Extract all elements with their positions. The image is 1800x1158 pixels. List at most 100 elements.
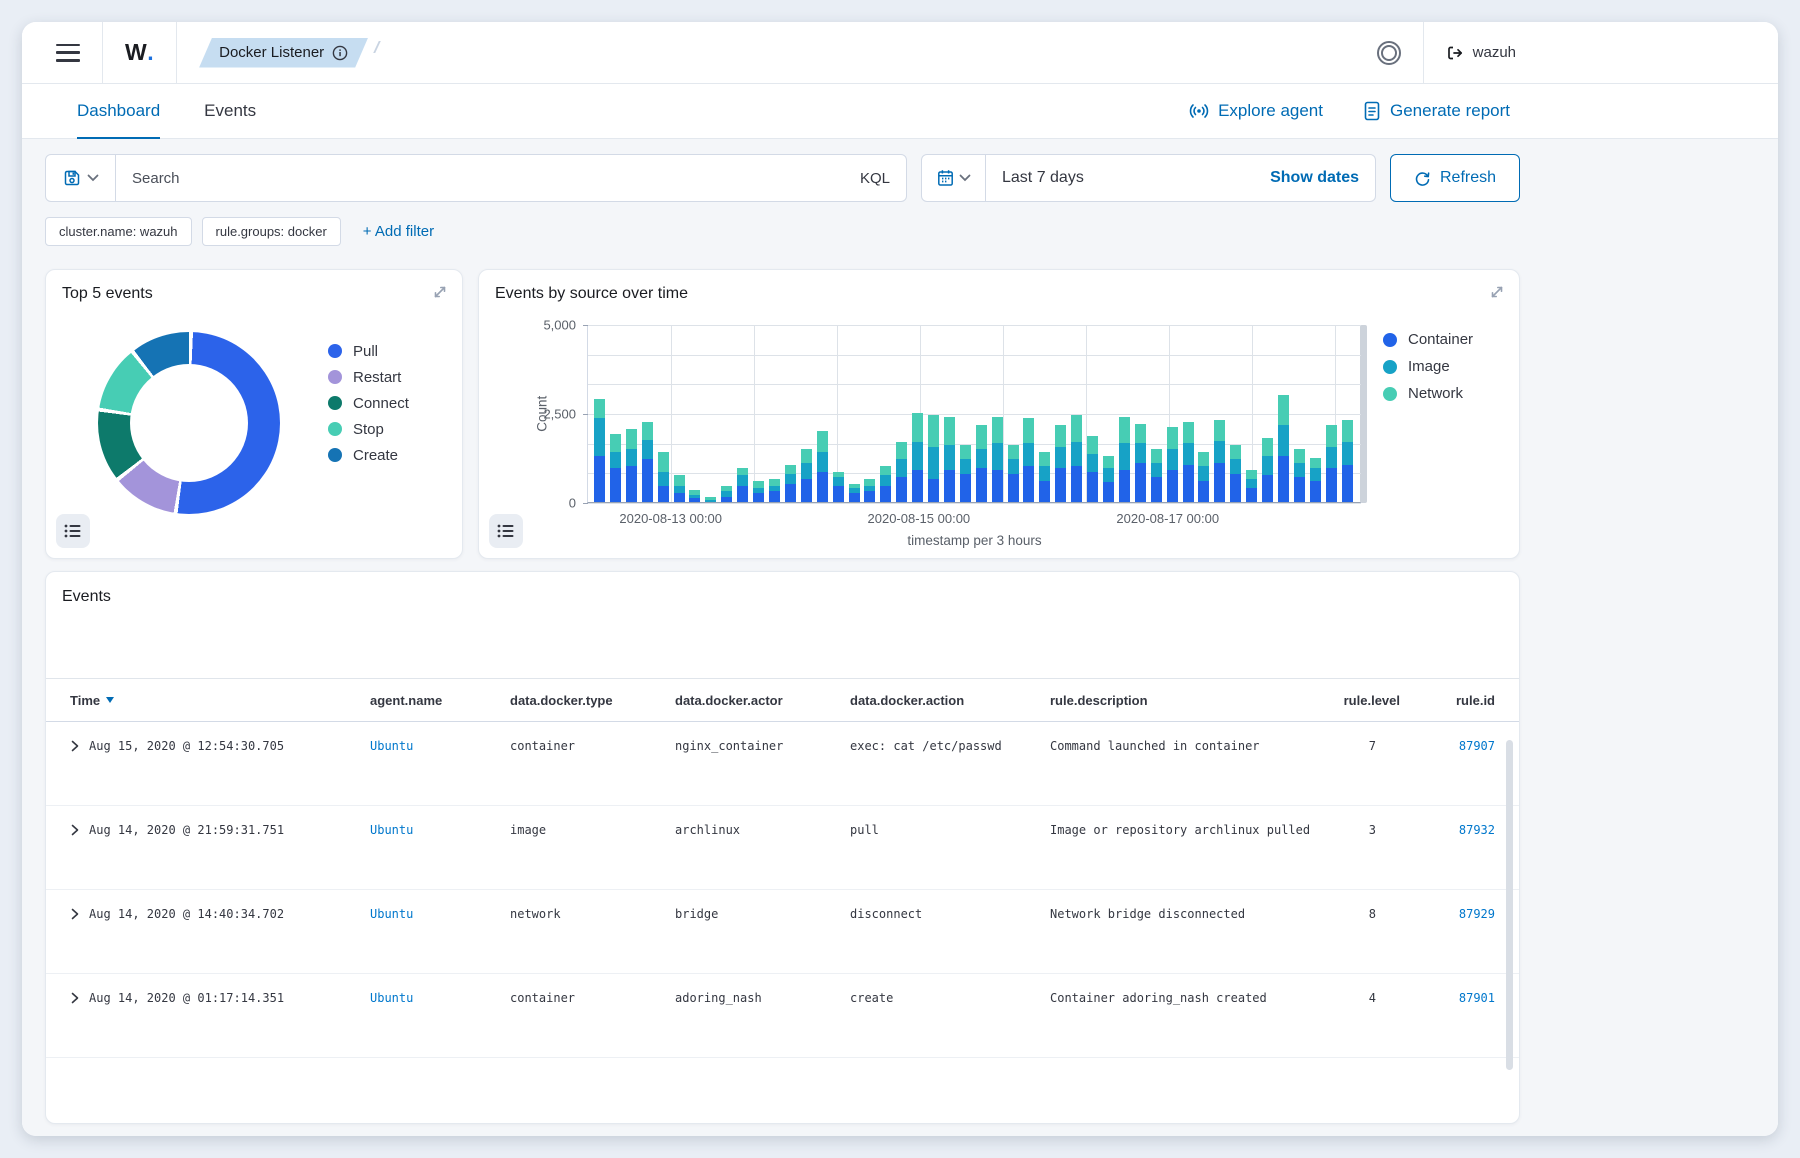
stacked-bar[interactable]: [737, 468, 749, 502]
agent-link[interactable]: Ubuntu: [370, 991, 413, 1005]
rule-id-link[interactable]: 87907: [1459, 739, 1495, 753]
stacked-bar[interactable]: [1230, 445, 1242, 502]
expand-row-icon[interactable]: [70, 908, 80, 920]
stacked-bar[interactable]: [1166, 427, 1178, 502]
cell-time[interactable]: Aug 14, 2020 @ 01:17:14.351: [70, 991, 370, 1005]
stacked-bar[interactable]: [1325, 425, 1337, 502]
date-range-value[interactable]: Last 7 days: [986, 169, 1254, 187]
stacked-bar[interactable]: [784, 464, 796, 502]
stacked-bar[interactable]: [609, 434, 621, 502]
table-row[interactable]: Aug 14, 2020 @ 21:59:31.751 Ubuntu image ar…: [46, 806, 1519, 890]
legend-item-network[interactable]: Network: [1383, 380, 1501, 407]
agent-link[interactable]: Ubuntu: [370, 907, 413, 921]
table-scrollbar[interactable]: [1506, 740, 1513, 1070]
expand-row-icon[interactable]: [70, 824, 80, 836]
stacked-bar[interactable]: [1134, 423, 1146, 502]
stacked-bar[interactable]: [896, 441, 908, 502]
stacked-bar[interactable]: [1198, 452, 1210, 502]
menu-icon[interactable]: [56, 43, 80, 62]
legend-item-pull[interactable]: Pull: [328, 338, 409, 364]
stacked-bar[interactable]: [959, 445, 971, 502]
legend-item-image[interactable]: Image: [1383, 353, 1501, 380]
column-header-type[interactable]: data.docker.type: [510, 693, 675, 708]
stacked-bar[interactable]: [705, 496, 717, 502]
stacked-bar[interactable]: [928, 414, 940, 502]
top-5-events-donut-chart[interactable]: [98, 332, 280, 514]
expand-icon[interactable]: [432, 284, 448, 300]
stacked-bar[interactable]: [689, 489, 701, 502]
generate-report-button[interactable]: Generate report: [1363, 101, 1510, 121]
stacked-bar[interactable]: [975, 425, 987, 502]
wazuh-logo[interactable]: W.: [125, 39, 154, 66]
explore-agent-button[interactable]: Explore agent: [1189, 101, 1323, 121]
filter-pill[interactable]: cluster.name: wazuh: [45, 217, 192, 246]
info-icon[interactable]: [332, 45, 348, 61]
stacked-bar[interactable]: [1071, 414, 1083, 502]
table-row[interactable]: Aug 14, 2020 @ 14:40:34.702 Ubuntu network…: [46, 890, 1519, 974]
refresh-button[interactable]: Refresh: [1390, 154, 1520, 202]
stacked-bar[interactable]: [1103, 455, 1114, 502]
stacked-bar[interactable]: [1118, 416, 1130, 502]
legend-item-connect[interactable]: Connect: [328, 390, 409, 416]
stacked-bar[interactable]: [657, 452, 669, 502]
stacked-bar[interactable]: [673, 475, 685, 502]
search-input[interactable]: Search: [116, 170, 844, 187]
agent-link[interactable]: Ubuntu: [370, 739, 413, 753]
expand-icon[interactable]: [1489, 284, 1505, 300]
stacked-bar[interactable]: [594, 398, 605, 502]
breadcrumb-docker-listener[interactable]: Docker Listener: [199, 38, 368, 68]
stacked-bar[interactable]: [721, 486, 733, 502]
stacked-bar[interactable]: [1277, 395, 1289, 502]
stacked-bar[interactable]: [1087, 436, 1099, 502]
events-by-source-bar-chart[interactable]: Count timestamp per 3 hours 0 2,500 5,000 2…: [535, 318, 1367, 548]
stacked-bar[interactable]: [1150, 448, 1162, 502]
cell-time[interactable]: Aug 14, 2020 @ 21:59:31.751: [70, 823, 370, 837]
legend-item-stop[interactable]: Stop: [328, 416, 409, 442]
stacked-bar[interactable]: [768, 478, 780, 502]
stacked-bar[interactable]: [880, 466, 892, 502]
inspect-list-icon[interactable]: [489, 514, 523, 548]
filter-pill[interactable]: rule.groups: docker: [201, 217, 341, 246]
cell-time[interactable]: Aug 15, 2020 @ 12:54:30.705: [70, 739, 370, 753]
stacked-bar[interactable]: [816, 430, 828, 502]
stacked-bar[interactable]: [1023, 418, 1035, 502]
stacked-bar[interactable]: [1214, 420, 1226, 502]
agent-link[interactable]: Ubuntu: [370, 823, 413, 837]
stacked-bar[interactable]: [625, 429, 637, 502]
expand-row-icon[interactable]: [70, 992, 80, 1004]
date-quick-menu[interactable]: [922, 155, 986, 201]
rule-id-link[interactable]: 87932: [1459, 823, 1495, 837]
stacked-bar[interactable]: [1309, 457, 1321, 502]
add-filter-button[interactable]: + Add filter: [363, 223, 434, 240]
column-header-actor[interactable]: data.docker.actor: [675, 693, 850, 708]
expand-row-icon[interactable]: [70, 740, 80, 752]
legend-item-restart[interactable]: Restart: [328, 364, 409, 390]
stacked-bar[interactable]: [800, 448, 812, 502]
cell-time[interactable]: Aug 14, 2020 @ 14:40:34.702: [70, 907, 370, 921]
rule-id-link[interactable]: 87929: [1459, 907, 1495, 921]
stacked-bar[interactable]: [832, 471, 844, 502]
column-header-id[interactable]: rule.id: [1400, 693, 1495, 708]
column-header-agent[interactable]: agent.name: [370, 693, 510, 708]
column-header-description[interactable]: rule.description: [1050, 693, 1320, 708]
stacked-bar[interactable]: [1341, 420, 1353, 502]
column-header-action[interactable]: data.docker.action: [850, 693, 1050, 708]
column-header-time[interactable]: Time: [70, 693, 370, 708]
kql-toggle[interactable]: KQL: [844, 170, 906, 187]
stacked-bar[interactable]: [1262, 437, 1274, 502]
stacked-bar[interactable]: [1007, 445, 1019, 502]
stacked-bar[interactable]: [848, 484, 860, 502]
stacked-bar[interactable]: [1182, 421, 1194, 502]
stacked-bar[interactable]: [864, 478, 876, 502]
stacked-bar[interactable]: [1055, 425, 1067, 502]
tab-events[interactable]: Events: [204, 84, 256, 138]
inspect-list-icon[interactable]: [56, 514, 90, 548]
stacked-bar[interactable]: [1039, 452, 1051, 502]
tab-dashboard[interactable]: Dashboard: [77, 84, 161, 139]
newsfeed-icon[interactable]: [1376, 40, 1401, 65]
table-row[interactable]: Aug 15, 2020 @ 12:54:30.705 Ubuntu contain…: [46, 722, 1519, 806]
column-header-level[interactable]: rule.level: [1320, 693, 1400, 708]
stacked-bar[interactable]: [1246, 469, 1258, 502]
stacked-bar[interactable]: [991, 416, 1003, 502]
legend-item-container[interactable]: Container: [1383, 326, 1501, 353]
